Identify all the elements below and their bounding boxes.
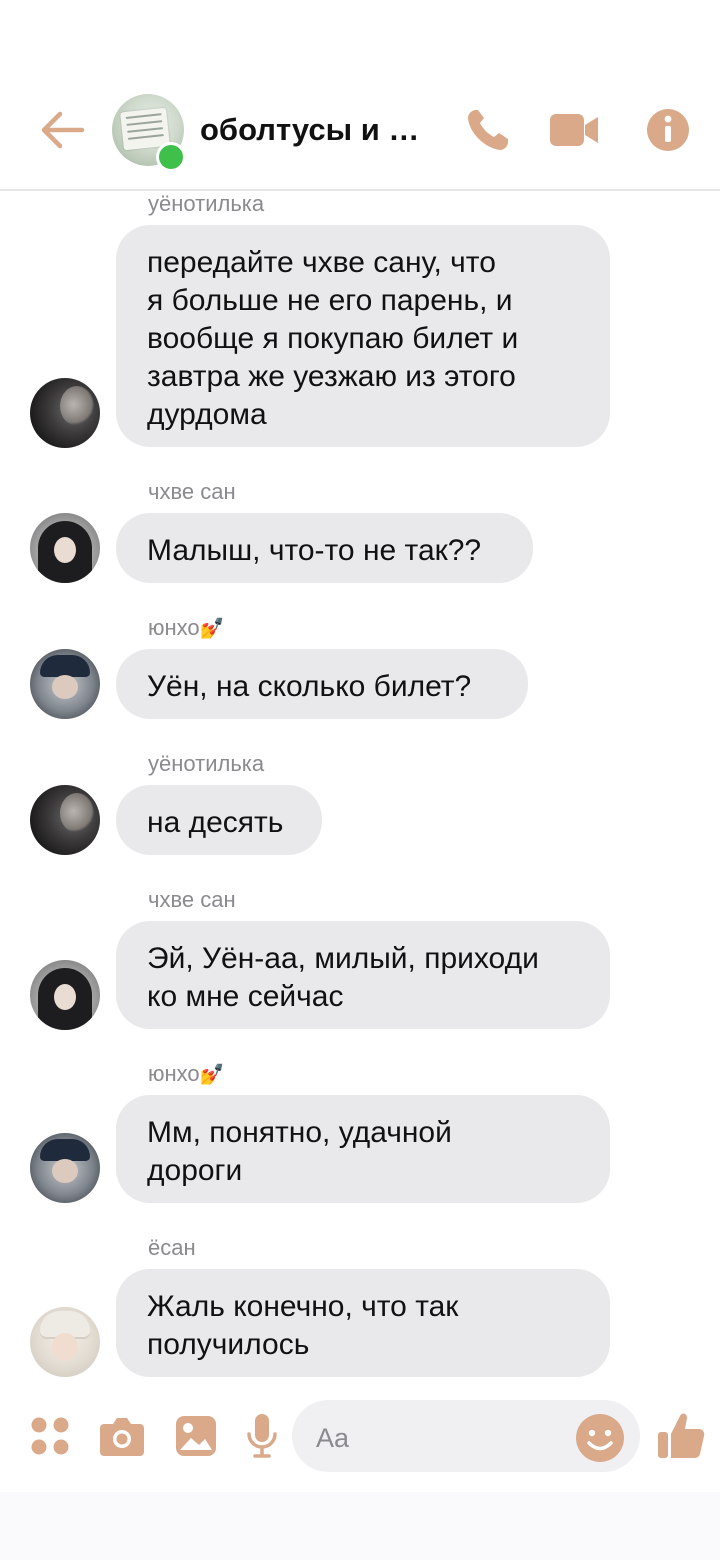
message-line: я больше не его парень, и [147, 284, 513, 317]
message-line: Уён, на сколько билет? [147, 670, 472, 703]
message-line: завтра же уезжаю из этого [147, 360, 516, 393]
sender-avatar[interactable] [30, 785, 100, 855]
message-bubble[interactable]: Жаль конечно, что так получилось [116, 1269, 610, 1377]
online-status-dot [156, 142, 186, 172]
back-arrow-icon[interactable] [38, 108, 86, 152]
message-sender: чхве сан [148, 479, 236, 504]
sender-avatar[interactable] [30, 513, 100, 583]
message-sender: уёнотилька [148, 751, 265, 776]
message-line: передайте чхве сану, что [147, 246, 496, 279]
info-icon[interactable] [642, 106, 694, 154]
nail-polish-emoji: 💅 [199, 1064, 225, 1086]
sender-avatar[interactable] [30, 1307, 100, 1377]
microphone-icon[interactable] [246, 1412, 278, 1460]
message-sender: ёсан [148, 1235, 196, 1260]
message-bubble[interactable]: на десять [116, 785, 322, 855]
message-bubble[interactable]: Малыш, что-то не так?? [116, 513, 533, 583]
message-line: Эй, Уён-аа, милый, приходи [147, 942, 539, 975]
sender-name: юнхо [148, 1061, 200, 1086]
message-input-placeholder: Aa [316, 1423, 350, 1453]
message-sender: чхве сан [148, 887, 236, 912]
sender-name: юнхо [148, 615, 200, 640]
message-line: ко мне сейчас [147, 980, 344, 1013]
message-bubble[interactable]: Мм, понятно, удачной дороги [116, 1095, 610, 1203]
message-line: получилось [147, 1328, 310, 1361]
message-bubble[interactable]: передайте чхве сану, что я больше не его… [116, 225, 610, 447]
nail-polish-emoji: 💅 [199, 618, 225, 640]
message-sender: юнхо💅 [148, 615, 225, 641]
message-sender: юнхо💅 [148, 1061, 225, 1087]
message-bubble[interactable]: Эй, Уён-аа, милый, приходи ко мне сейчас [116, 921, 610, 1029]
image-icon[interactable] [174, 1414, 218, 1458]
chat-header: оболтусы и … [0, 0, 720, 191]
video-camera-icon[interactable] [548, 106, 600, 154]
message-line: Жаль конечно, что так [147, 1290, 459, 1323]
message-sender: уёнотилька [148, 191, 265, 216]
sender-avatar[interactable] [30, 1133, 100, 1203]
sender-avatar[interactable] [30, 378, 100, 448]
message-line: дурдома [147, 398, 267, 431]
message-line: дороги [147, 1154, 243, 1187]
bottom-safe-area [0, 1492, 720, 1560]
chat-title[interactable]: оболтусы и … [200, 112, 419, 148]
message-line: на десять [147, 806, 284, 839]
message-line: вообще я покупаю билет и [147, 322, 519, 355]
message-line: Мм, понятно, удачной [147, 1116, 452, 1149]
camera-icon[interactable] [98, 1414, 146, 1458]
sender-avatar[interactable] [30, 649, 100, 719]
apps-grid-icon[interactable] [30, 1416, 70, 1456]
thumbs-up-icon[interactable] [656, 1410, 706, 1460]
emoji-icon[interactable] [574, 1412, 626, 1464]
message-line: Малыш, что-то не так?? [147, 534, 482, 567]
message-bubble[interactable]: Уён, на сколько билет? [116, 649, 528, 719]
sender-avatar[interactable] [30, 960, 100, 1030]
phone-icon[interactable] [464, 106, 516, 154]
